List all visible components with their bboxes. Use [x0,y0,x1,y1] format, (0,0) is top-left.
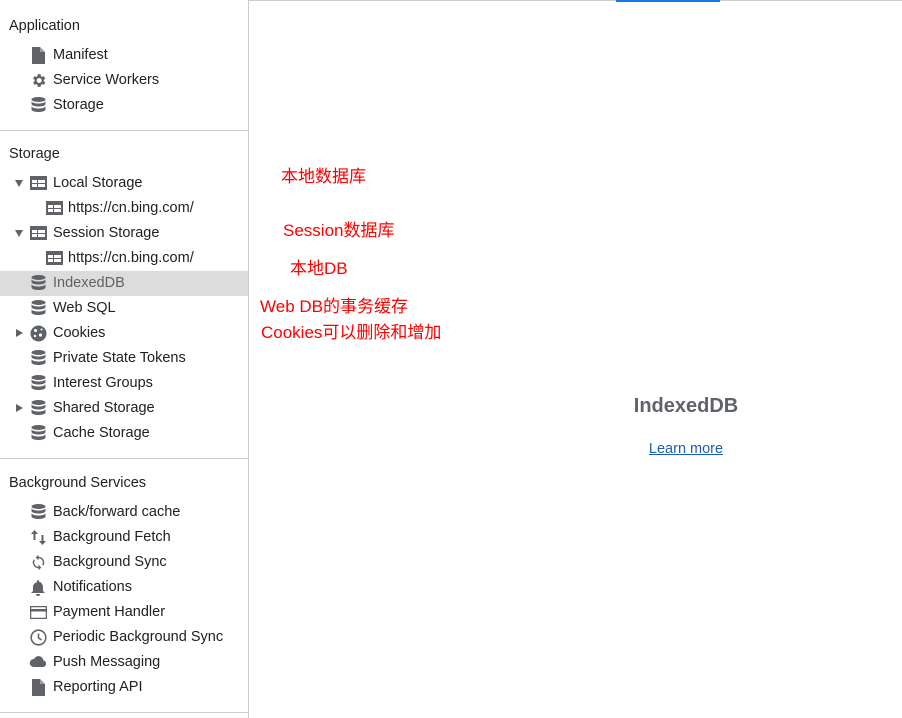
sidebar-item-label: Background Fetch [53,529,171,545]
section-title-background-services: Background Services [9,475,147,491]
sidebar-item-cookies[interactable]: Cookies [0,321,248,346]
sidebar-item-label: Interest Groups [53,375,153,391]
database-icon [29,349,47,367]
expand-arrow-icon[interactable] [16,329,23,337]
sidebar-item-label: Background Sync [53,554,167,570]
expand-arrow-icon[interactable] [15,230,23,237]
sidebar-item-indexeddb[interactable]: IndexedDB [0,271,248,296]
sidebar-item-background-fetch[interactable]: Background Fetch [0,525,248,550]
annotation-session-storage: Session数据库 [283,221,395,240]
sidebar-item-label: https://cn.bing.com/ [68,250,194,266]
clock-icon [29,628,47,646]
sidebar-item-notifications[interactable]: Notifications [0,575,248,600]
bell-icon [29,578,47,596]
section-divider [0,712,248,713]
sidebar-item-label: Service Workers [53,72,160,88]
sidebar-item-label: Shared Storage [53,400,155,416]
annotation-cookies: Cookies可以删除和增加 [261,323,442,342]
table-icon [45,199,63,217]
sidebar-item-manifest[interactable]: Manifest [0,43,248,68]
sidebar-item-shared-storage[interactable]: Shared Storage [0,396,248,421]
sidebar-item-label: Web SQL [53,300,116,316]
sidebar-item-label: Notifications [53,579,132,595]
sidebar-item-service-workers[interactable]: Service Workers [0,68,248,93]
sidebar-item-label: Session Storage [53,225,160,241]
document-icon [29,678,47,696]
sidebar-item-private-state-tokens[interactable]: Private State Tokens [0,346,248,371]
sidebar-item-interest-groups[interactable]: Interest Groups [0,371,248,396]
sidebar-item-reporting-api[interactable]: Reporting API [0,675,248,700]
section-title-application: Application [9,18,80,34]
cloud-icon [29,653,47,671]
annotation-web-sql: Web DB的事务缓存 [260,297,408,316]
sidebar-item-label: Push Messaging [53,654,161,670]
sidebar-item-local-storage-origin[interactable]: https://cn.bing.com/ [0,196,248,221]
database-icon [29,503,47,521]
sidebar-item-push-messaging[interactable]: Push Messaging [0,650,248,675]
section-divider [0,130,248,131]
sidebar-item-payment-handler[interactable]: Payment Handler [0,600,248,625]
expand-arrow-icon[interactable] [16,404,23,412]
sidebar-item-label: Private State Tokens [53,350,186,366]
sidebar-item-label: Cookies [53,325,106,341]
annotation-local-storage: 本地数据库 [281,167,366,186]
annotation-indexeddb: 本地DB [290,259,348,278]
panel-title: IndexedDB [633,395,739,417]
table-icon [29,174,47,192]
sidebar-item-label: Back/forward cache [53,504,181,520]
table-icon [29,224,47,242]
learn-more-link[interactable]: Learn more [586,441,786,457]
sidebar-item-label: Periodic Background Sync [53,629,224,645]
cookie-icon [29,324,47,342]
sidebar-item-local-storage[interactable]: Local Storage [0,171,248,196]
sidebar-item-label: Local Storage [53,175,143,191]
sidebar-item-storage-overview[interactable]: Storage [0,93,248,118]
expand-arrow-icon[interactable] [15,180,23,187]
sidebar-item-back-forward-cache[interactable]: Back/forward cache [0,500,248,525]
sidebar-item-label: Cache Storage [53,425,150,441]
sidebar-item-label: https://cn.bing.com/ [68,200,194,216]
sidebar-item-cache-storage[interactable]: Cache Storage [0,421,248,446]
sidebar-item-session-storage-origin[interactable]: https://cn.bing.com/ [0,246,248,271]
table-icon [45,249,63,267]
sync-icon [29,553,47,571]
section-divider [0,458,248,459]
sidebar-item-label: Reporting API [53,679,143,695]
database-icon [29,424,47,442]
up-down-arrows-icon [29,528,47,546]
gear-icon [29,71,47,89]
sidebar: Application Manifest Service Workers Sto… [0,0,249,718]
credit-card-icon [29,603,47,621]
sidebar-item-label: Storage [53,97,104,113]
toolbar-border [249,0,902,1]
database-icon [29,274,47,292]
sidebar-item-periodic-background-sync[interactable]: Periodic Background Sync [0,625,248,650]
sidebar-item-label: Manifest [53,47,108,63]
sidebar-item-web-sql[interactable]: Web SQL [0,296,248,321]
section-title-storage: Storage [9,146,60,162]
sidebar-item-label: Payment Handler [53,604,166,620]
document-icon [29,46,47,64]
database-icon [29,299,47,317]
database-icon [29,374,47,392]
sidebar-item-session-storage[interactable]: Session Storage [0,221,248,246]
active-tab-indicator [616,0,720,2]
sidebar-item-label: IndexedDB [53,275,125,291]
sidebar-item-background-sync[interactable]: Background Sync [0,550,248,575]
database-icon [29,96,47,114]
database-icon [29,399,47,417]
